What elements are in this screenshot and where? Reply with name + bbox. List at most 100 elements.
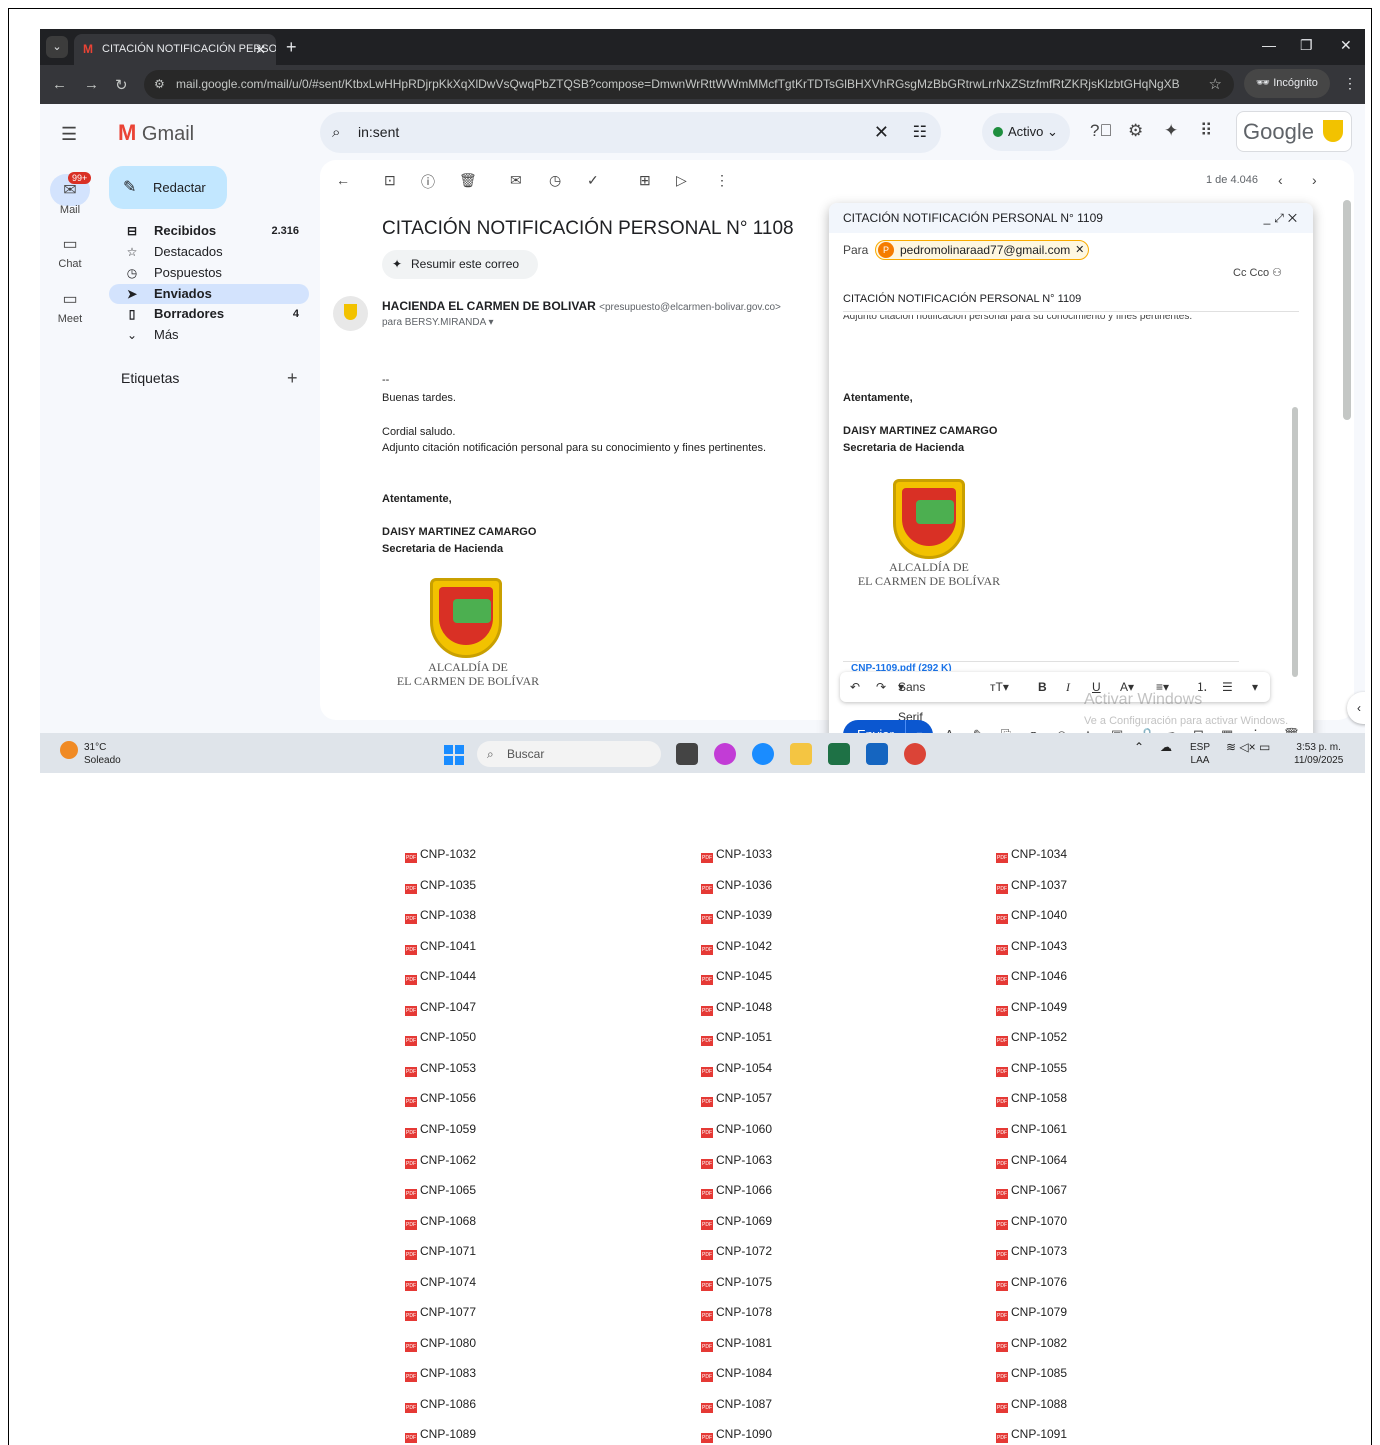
mark-unread-icon[interactable]: ✉ [510, 172, 522, 189]
edge-icon[interactable] [752, 743, 774, 765]
file-item[interactable]: PDF CNP-1038 [405, 908, 476, 925]
site-info-icon[interactable]: ⚙ [154, 70, 165, 99]
file-item[interactable]: PDF CNP-1048 [701, 1000, 772, 1016]
compose-button[interactable]: ✎ Redactar [109, 166, 227, 209]
file-item[interactable]: PDF CNP-1067 [996, 1183, 1067, 1200]
file-item[interactable]: PDF CNP-1090 [701, 1427, 772, 1444]
file-item[interactable]: PDF CNP-1086 [405, 1397, 476, 1413]
file-item[interactable]: PDF CNP-1088 [996, 1397, 1067, 1413]
remove-recipient-icon[interactable]: ✕ [1075, 241, 1084, 259]
search-options-icon[interactable]: ☷ [913, 112, 927, 153]
file-item[interactable]: PDF CNP-1087 [701, 1397, 772, 1413]
clock[interactable]: 3:53 p. m. 11/09/2025 [1294, 741, 1343, 767]
file-item[interactable]: PDF CNP-1072 [701, 1244, 772, 1261]
file-item[interactable]: PDF CNP-1069 [701, 1214, 772, 1230]
file-item[interactable]: PDF CNP-1037 [996, 878, 1067, 894]
reload-icon[interactable]: ↻ [115, 76, 128, 94]
expand-side-panel-icon[interactable]: ‹ [1347, 692, 1365, 724]
file-item[interactable]: PDF CNP-1076 [996, 1275, 1067, 1291]
file-item[interactable]: PDF CNP-1068 [405, 1214, 476, 1230]
sender-avatar[interactable] [333, 296, 368, 331]
label-icon[interactable]: ▷ [676, 172, 687, 189]
file-item[interactable]: PDF CNP-1036 [701, 878, 772, 894]
minimize-icon[interactable]: — [1262, 37, 1276, 53]
status-selector[interactable]: Activo ⌄ [982, 113, 1070, 151]
sidebar-item-starred[interactable]: ☆ Destacados [109, 242, 309, 262]
file-item[interactable]: PDF CNP-1063 [701, 1153, 772, 1169]
file-item[interactable]: PDF CNP-1047 [405, 1000, 476, 1016]
new-tab-button[interactable]: + [286, 34, 297, 60]
task-view-icon[interactable] [676, 743, 698, 765]
compose-header[interactable]: CITACIÓN NOTIFICACIÓN PERSONAL N° 1109 _… [829, 203, 1313, 233]
file-item[interactable]: PDF CNP-1040 [996, 908, 1067, 925]
move-to-icon[interactable]: ⊞ [639, 172, 651, 189]
message-scrollbar[interactable] [1343, 200, 1351, 420]
file-item[interactable]: PDF CNP-1043 [996, 939, 1067, 955]
file-item[interactable]: PDF CNP-1042 [701, 939, 772, 955]
file-item[interactable]: PDF CNP-1089 [405, 1427, 476, 1444]
file-item[interactable]: PDF CNP-1052 [996, 1030, 1067, 1047]
file-item[interactable]: PDF CNP-1065 [405, 1183, 476, 1200]
file-item[interactable]: PDF CNP-1060 [701, 1122, 772, 1138]
add-label-icon[interactable]: + [287, 368, 298, 389]
more-actions-icon[interactable]: ⋮ [715, 172, 729, 189]
file-item[interactable]: PDF CNP-1061 [996, 1122, 1067, 1138]
file-explorer-icon[interactable] [790, 743, 812, 765]
sidebar-item-more[interactable]: ⌄ Más [109, 325, 309, 345]
redo-icon[interactable]: ↷ [876, 672, 886, 702]
compose-window-controls[interactable]: _⤢✕ [1264, 203, 1301, 233]
apps-grid-icon[interactable]: ⠿ [1200, 121, 1212, 141]
settings-gear-icon[interactable]: ⚙ [1128, 121, 1143, 141]
file-item[interactable]: PDF CNP-1050 [405, 1030, 476, 1047]
search-input[interactable]: ⌕ in:sent ✕ ☷ [320, 112, 941, 153]
language-indicator[interactable]: ESP LAA [1190, 741, 1210, 767]
file-item[interactable]: PDF CNP-1082 [996, 1336, 1067, 1352]
file-item[interactable]: PDF CNP-1080 [405, 1336, 476, 1352]
file-item[interactable]: PDF CNP-1057 [701, 1091, 772, 1108]
clear-search-icon[interactable]: ✕ [874, 112, 889, 153]
file-item[interactable]: PDF CNP-1074 [405, 1275, 476, 1291]
compose-subject-field[interactable]: CITACIÓN NOTIFICACIÓN PERSONAL N° 1109 [843, 293, 1299, 312]
summarize-button[interactable]: ✦ Resumir este correo [382, 250, 538, 279]
file-item[interactable]: PDF CNP-1055 [996, 1061, 1067, 1077]
sidebar-item-drafts[interactable]: ▯ Borradores 4 [109, 304, 309, 324]
rail-chat[interactable]: ▭ Chat [50, 234, 90, 270]
recipients-line[interactable]: para BERSY.MIRANDA ▾ [382, 317, 494, 328]
weather-widget[interactable]: 31°C Soleado [84, 741, 121, 767]
network-volume-battery-icons[interactable]: ≋ ◁× ▭ [1226, 741, 1270, 754]
file-item[interactable]: PDF CNP-1066 [701, 1183, 772, 1200]
add-task-icon[interactable]: ✓ [587, 172, 599, 189]
file-item[interactable]: PDF CNP-1032 [405, 847, 476, 863]
file-item[interactable]: PDF CNP-1091 [996, 1427, 1067, 1444]
forward-icon[interactable]: → [84, 76, 99, 93]
file-item[interactable]: PDF CNP-1051 [701, 1030, 772, 1047]
file-item[interactable]: PDF CNP-1044 [405, 969, 476, 986]
file-item[interactable]: PDF CNP-1073 [996, 1244, 1067, 1261]
close-window-icon[interactable]: ✕ [1340, 37, 1352, 54]
file-item[interactable]: PDF CNP-1049 [996, 1000, 1067, 1016]
attachment-chip[interactable]: CNP-1109.pdf (292 K) [843, 661, 1239, 671]
bulleted-list-icon[interactable]: ☰ [1222, 672, 1233, 702]
chrome-menu-icon[interactable]: ⋮ [1343, 75, 1357, 92]
file-item[interactable]: PDF CNP-1056 [405, 1091, 476, 1108]
file-item[interactable]: PDF CNP-1046 [996, 969, 1067, 986]
weather-sun-icon[interactable] [60, 741, 78, 759]
italic-icon[interactable]: I [1066, 672, 1070, 702]
file-item[interactable]: PDF CNP-1085 [996, 1366, 1067, 1383]
chrome-icon[interactable] [904, 743, 926, 765]
incognito-badge[interactable]: 🕶 Incógnito [1244, 69, 1330, 98]
file-item[interactable]: PDF CNP-1058 [996, 1091, 1067, 1108]
main-menu-icon[interactable]: ☰ [61, 124, 77, 145]
gemini-sparkle-icon[interactable]: ✦ [1164, 121, 1178, 141]
search-icon[interactable]: ⌕ [332, 112, 340, 153]
sidebar-item-snoozed[interactable]: ◷ Pospuestos [109, 263, 309, 283]
font-size-icon[interactable]: ᴛT▾ [990, 672, 1009, 702]
file-item[interactable]: PDF CNP-1062 [405, 1153, 476, 1169]
close-tab-icon[interactable]: ✕ [255, 34, 266, 65]
sidebar-item-inbox[interactable]: ⊟ Recibidos 2.316 [109, 221, 309, 241]
rail-mail[interactable]: ✉ Mail [50, 180, 90, 216]
help-icon[interactable]: ?⃝ [1090, 121, 1112, 141]
copilot-icon[interactable] [714, 743, 736, 765]
file-item[interactable]: PDF CNP-1070 [996, 1214, 1067, 1230]
taskbar-search[interactable]: ⌕ Buscar [477, 741, 661, 767]
